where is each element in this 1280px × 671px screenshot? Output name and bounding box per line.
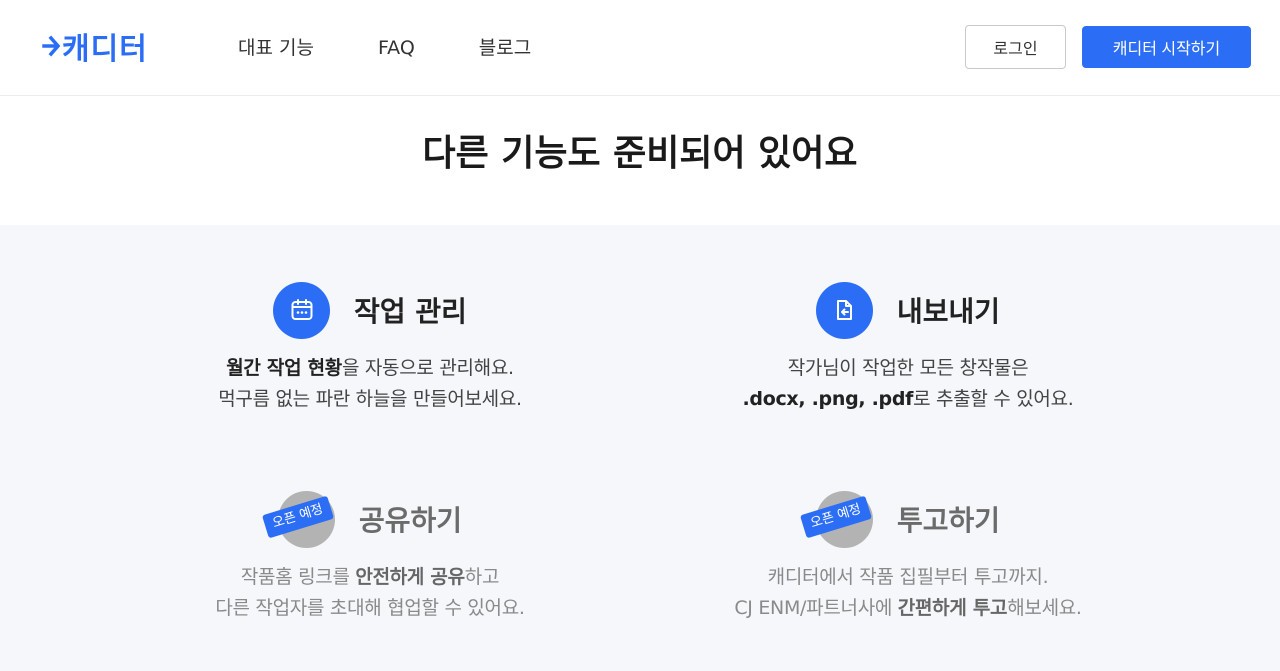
feature-title: 투고하기 bbox=[896, 504, 1001, 537]
feature-desc-bold: .docx, .png, .pdf bbox=[742, 388, 914, 410]
feature-header: 작업 관리 bbox=[100, 281, 640, 339]
feature-submit: 오픈 예정 투고하기 캐디터에서 작품 집필부터 투고까지. CJ ENM/파트… bbox=[638, 490, 1178, 624]
coming-soon-badge: 오픈 예정 bbox=[261, 495, 334, 538]
feature-export: 내보내기 작가님이 작업한 모든 창작물은 .docx, .png, .pdf로… bbox=[638, 281, 1178, 415]
feature-desc-text: 하고 bbox=[464, 566, 500, 588]
feature-title: 공유하기 bbox=[358, 504, 463, 537]
nav-item-features[interactable]: 대표 기능 bbox=[238, 36, 314, 60]
feature-desc-text: 캐디터에서 작품 집필부터 투고까지. bbox=[767, 566, 1049, 588]
feature-header: 내보내기 bbox=[638, 281, 1178, 339]
feature-share: 오픈 예정 공유하기 작품홈 링크를 안전하게 공유하고 다른 작업자를 초대해… bbox=[100, 490, 640, 624]
feature-title: 작업 관리 bbox=[354, 295, 467, 328]
feature-desc-bold: 안전하게 공유 bbox=[355, 566, 465, 588]
features-section: 작업 관리 월간 작업 현황을 자동으로 관리해요. 먹구름 없는 파란 하늘을… bbox=[0, 225, 1280, 671]
feature-description: 작품홈 링크를 안전하게 공유하고 다른 작업자를 초대해 협업할 수 있어요. bbox=[100, 562, 640, 624]
logo-arrow-icon bbox=[42, 35, 60, 57]
main-nav: 대표 기능 FAQ 블로그 bbox=[238, 36, 595, 60]
feature-description: 월간 작업 현황을 자동으로 관리해요. 먹구름 없는 파란 하늘을 만들어보세… bbox=[100, 353, 640, 415]
coming-soon-badge: 오픈 예정 bbox=[799, 495, 872, 538]
feature-desc-bold: 월간 작업 현황 bbox=[226, 357, 342, 379]
feature-title: 내보내기 bbox=[896, 295, 1001, 328]
feature-description: 작가님이 작업한 모든 창작물은 .docx, .png, .pdf로 추출할 … bbox=[638, 353, 1178, 415]
submit-icon: 오픈 예정 bbox=[799, 490, 873, 548]
feature-desc-bold: 간편하게 투고 bbox=[897, 597, 1008, 619]
feature-desc-text: 작품홈 링크를 bbox=[240, 566, 356, 588]
section-title: 다른 기능도 준비되어 있어요 bbox=[422, 133, 858, 174]
feature-desc-text: 다른 작업자를 초대해 협업할 수 있어요. bbox=[215, 597, 525, 619]
nav-item-blog[interactable]: 블로그 bbox=[479, 36, 531, 60]
feature-header: 오픈 예정 공유하기 bbox=[100, 490, 640, 548]
feature-task-management: 작업 관리 월간 작업 현황을 자동으로 관리해요. 먹구름 없는 파란 하늘을… bbox=[100, 281, 640, 415]
logo[interactable]: 캐디터 bbox=[42, 28, 148, 67]
logo-text: 캐디터 bbox=[62, 32, 148, 67]
feature-desc-text: 작가님이 작업한 모든 창작물은 bbox=[787, 357, 1029, 379]
feature-header: 오픈 예정 투고하기 bbox=[638, 490, 1178, 548]
feature-desc-text: 로 추출할 수 있어요. bbox=[913, 388, 1074, 410]
feature-desc-text: 을 자동으로 관리해요. bbox=[341, 357, 514, 379]
nav-item-faq[interactable]: FAQ bbox=[378, 36, 415, 60]
file-export-icon bbox=[815, 281, 873, 339]
feature-desc-text: 해보세요. bbox=[1007, 597, 1082, 619]
start-button[interactable]: 캐디터 시작하기 bbox=[1082, 26, 1251, 68]
share-icon: 오픈 예정 bbox=[261, 490, 335, 548]
calendar-icon bbox=[273, 281, 331, 339]
top-header: 캐디터 대표 기능 FAQ 블로그 로그인 캐디터 시작하기 bbox=[0, 0, 1280, 96]
feature-desc-text: 먹구름 없는 파란 하늘을 만들어보세요. bbox=[218, 388, 522, 410]
feature-desc-text: CJ ENM/파트너사에 bbox=[734, 597, 898, 619]
login-button[interactable]: 로그인 bbox=[965, 25, 1066, 69]
feature-description: 캐디터에서 작품 집필부터 투고까지. CJ ENM/파트너사에 간편하게 투고… bbox=[638, 562, 1178, 624]
